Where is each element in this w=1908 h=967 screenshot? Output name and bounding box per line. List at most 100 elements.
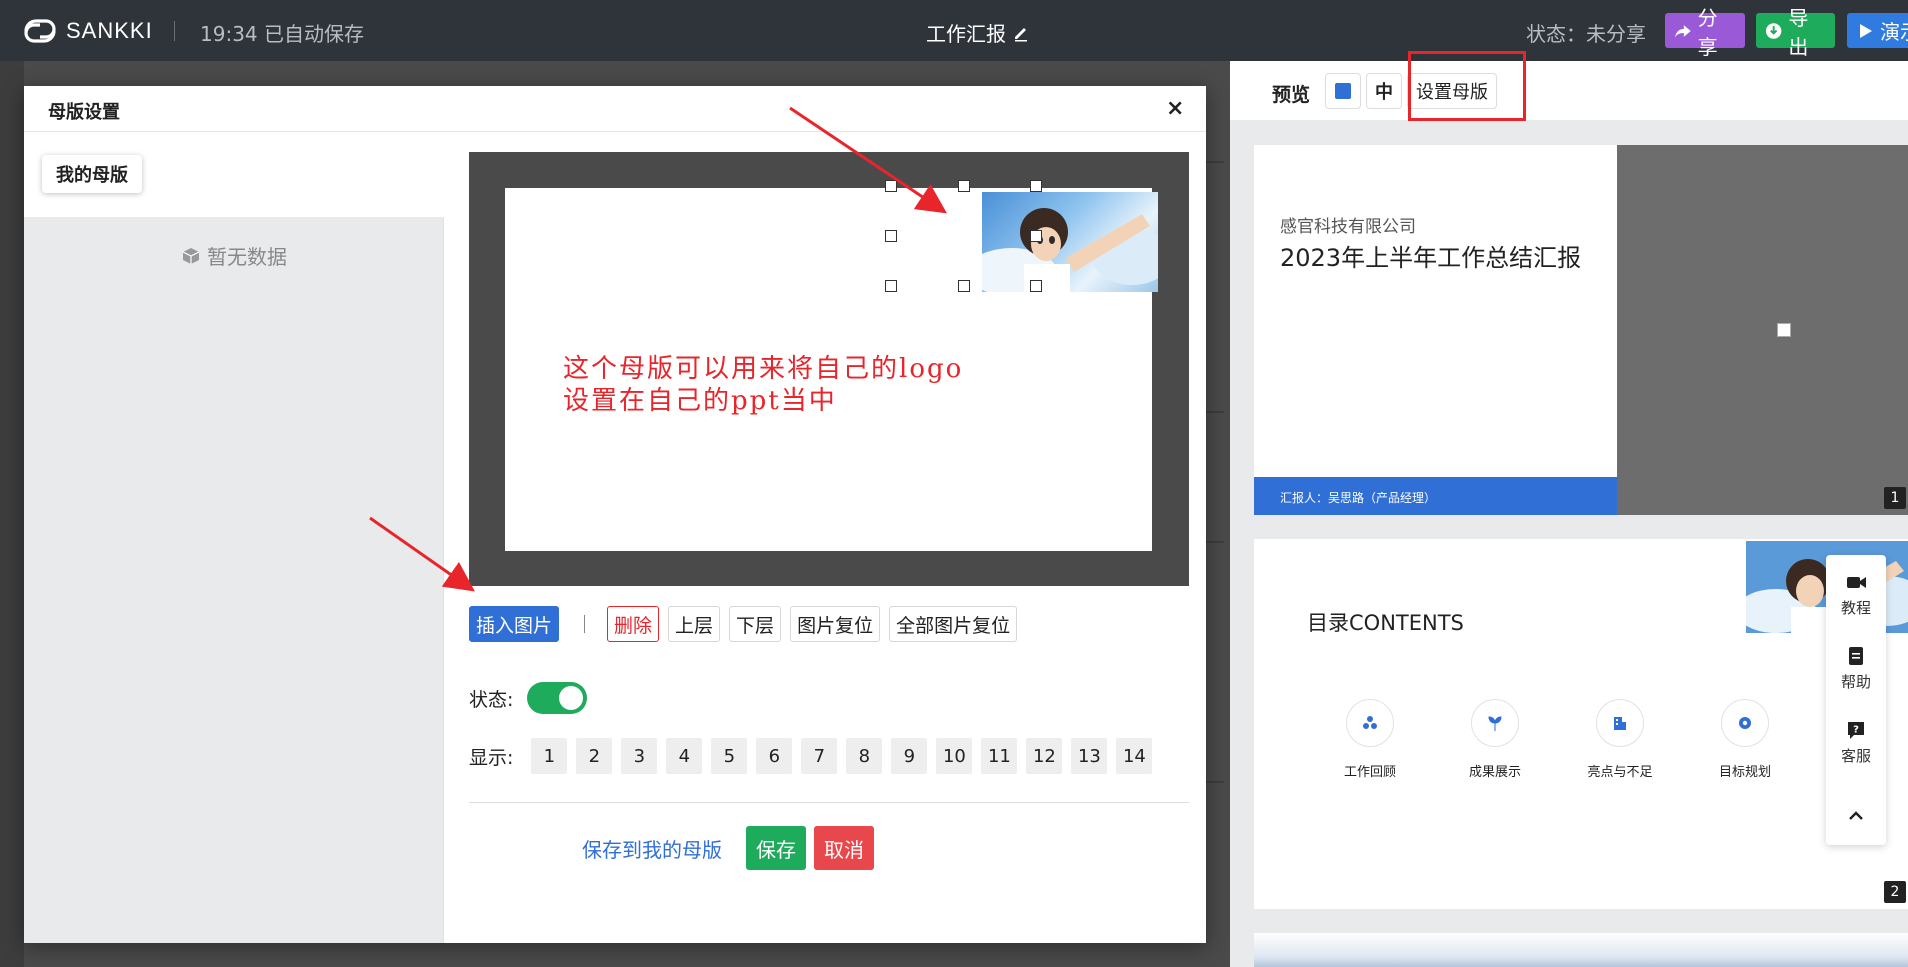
brand-name: SANKKI <box>66 18 153 43</box>
reset-image-button[interactable]: 图片复位 <box>790 606 881 642</box>
page-selector: 1 2 3 4 5 6 7 8 9 10 11 12 13 14 <box>531 738 1161 774</box>
svg-text:?: ? <box>1853 725 1859 736</box>
close-icon[interactable]: × <box>1166 96 1184 121</box>
sankki-logo-icon <box>24 19 56 43</box>
page-toggle-12[interactable]: 12 <box>1026 738 1063 774</box>
top-bar: SANKKI 19:34 已自动保存 工作汇报 状态：未分享 分享 导出 演示 <box>0 0 1908 61</box>
page-toggle-8[interactable]: 8 <box>846 738 883 774</box>
slide2-title: 目录CONTENTS <box>1307 611 1464 635</box>
resize-handle[interactable] <box>958 180 970 192</box>
share-button[interactable]: 分享 <box>1665 6 1745 59</box>
preview-panel: 预览 中 设置母版 感官科技有限公司 2023年上半年工作总结汇报 汇报人：吴思… <box>1230 61 1908 967</box>
tutorial-button[interactable]: 教程 <box>1826 571 1886 618</box>
preview-label: 预览 <box>1272 84 1311 106</box>
page-toggle-9[interactable]: 9 <box>891 738 928 774</box>
insert-image-button[interactable]: 插入图片 <box>469 606 560 642</box>
resize-handle[interactable] <box>1030 230 1042 242</box>
save-to-my-masters-link[interactable]: 保存到我的母版 <box>582 834 722 863</box>
broken-image-icon <box>1777 323 1791 337</box>
review-icon <box>1363 716 1377 729</box>
tab-my-masters[interactable]: 我的母版 <box>42 155 142 193</box>
share-status: 状态：未分享 <box>1526 22 1646 46</box>
reset-all-images-button[interactable]: 全部图片复位 <box>889 606 1018 642</box>
resize-handle[interactable] <box>885 230 897 242</box>
service-label: 客服 <box>1840 747 1871 765</box>
page-toggle-6[interactable]: 6 <box>756 738 793 774</box>
slide1-image-area <box>1617 145 1908 515</box>
page-toggle-1[interactable]: 1 <box>531 738 568 774</box>
play-icon <box>1860 23 1872 38</box>
document-title[interactable]: 工作汇报 <box>926 18 1030 47</box>
page-toggle-10[interactable]: 10 <box>936 738 973 774</box>
export-button-label: 导出 <box>1788 5 1809 59</box>
cancel-button[interactable]: 取消 <box>814 826 874 870</box>
page-toggle-11[interactable]: 11 <box>981 738 1018 774</box>
size-medium-button[interactable]: 中 <box>1366 73 1402 109</box>
slide-thumbnail-2[interactable]: 目录CONTENTS 工作回顾 成果展示 亮点与不足 目标规划 <box>1254 539 1908 909</box>
brand-logo[interactable]: SANKKI <box>22 16 153 46</box>
resize-handle[interactable] <box>885 180 897 192</box>
page-toggle-7[interactable]: 7 <box>801 738 838 774</box>
my-masters-panel: 我的母版 暂无数据 <box>24 133 444 943</box>
bring-forward-button[interactable]: 上层 <box>668 606 721 642</box>
modal-header: 母版设置 × <box>24 86 1206 132</box>
contents-item: 亮点与不足 <box>1575 699 1665 780</box>
contents-item-label: 目标规划 <box>1718 765 1771 780</box>
contents-item-label: 工作回顾 <box>1343 765 1396 780</box>
contents-item: 目标规划 <box>1700 699 1790 780</box>
divider <box>469 802 1189 803</box>
status-row: 状态: <box>469 682 588 714</box>
master-logo-image[interactable] <box>982 192 1158 292</box>
building-icon <box>1614 717 1626 730</box>
resize-handle[interactable] <box>885 280 897 292</box>
page-toggle-5[interactable]: 5 <box>711 738 748 774</box>
contents-item: 成果展示 <box>1450 699 1540 780</box>
resize-handle[interactable] <box>958 280 970 292</box>
question-chat-icon: ? <box>1848 722 1864 739</box>
empty-state: 暂无数据 <box>24 241 444 270</box>
status-toggle[interactable] <box>527 682 588 714</box>
floating-help-bar: 教程 帮助 ? 客服 <box>1826 555 1886 845</box>
send-backward-button[interactable]: 下层 <box>729 606 782 642</box>
export-button[interactable]: 导出 <box>1756 6 1835 59</box>
gear-icon <box>1739 717 1751 729</box>
resize-handle[interactable] <box>1030 280 1042 292</box>
resize-handle[interactable] <box>1030 180 1042 192</box>
contents-item: 工作回顾 <box>1325 699 1415 780</box>
edit-pencil-icon[interactable] <box>1012 24 1030 42</box>
display-label: 显示: <box>469 746 514 769</box>
cloud-download-icon <box>1765 22 1782 39</box>
contents-item-label: 亮点与不足 <box>1587 765 1653 780</box>
theme-color-button[interactable] <box>1325 73 1361 109</box>
share-arrow-icon <box>1674 24 1691 38</box>
slide-thumbnail-3[interactable] <box>1254 933 1908 967</box>
modal-footer: 保存到我的母版 保存 取消 <box>582 826 882 870</box>
tutorial-label: 教程 <box>1840 599 1871 617</box>
empty-state-text: 暂无数据 <box>207 245 287 269</box>
page-toggle-2[interactable]: 2 <box>576 738 613 774</box>
contents-item-label: 成果展示 <box>1468 765 1521 780</box>
help-label: 帮助 <box>1840 673 1871 691</box>
present-button[interactable]: 演示 <box>1847 13 1908 48</box>
slide1-title: 2023年上半年工作总结汇报 <box>1280 244 1582 272</box>
page-toggle-4[interactable]: 4 <box>666 738 703 774</box>
page-toggle-14[interactable]: 14 <box>1116 738 1153 774</box>
divider <box>174 21 175 41</box>
page-toggle-13[interactable]: 13 <box>1071 738 1108 774</box>
save-button[interactable]: 保存 <box>746 826 806 870</box>
annotation-highlight-box <box>1408 51 1526 121</box>
document-icon <box>1849 647 1863 665</box>
slide-thumbnail-1[interactable]: 感官科技有限公司 2023年上半年工作总结汇报 汇报人：吴思路（产品经理） <box>1254 145 1908 515</box>
help-button[interactable]: 帮助 <box>1826 645 1886 692</box>
page-toggle-3[interactable]: 3 <box>621 738 658 774</box>
customer-service-button[interactable]: ? 客服 <box>1826 719 1886 766</box>
scroll-top-button[interactable] <box>1826 805 1886 831</box>
slide-number-1: 1 <box>1884 487 1906 509</box>
modal-title: 母版设置 <box>48 102 120 123</box>
status-label: 状态: <box>469 688 514 711</box>
master-canvas[interactable]: 这个母版可以用来将自己的logo 设置在自己的ppt当中 <box>505 180 1158 551</box>
slide1-reporter: 汇报人：吴思路（产品经理） <box>1254 477 1617 515</box>
image-toolbar: 插入图片 删除 上层 下层 图片复位 全部图片复位 <box>469 606 1026 642</box>
delete-button[interactable]: 删除 <box>607 606 660 642</box>
document-title-text: 工作汇报 <box>926 22 1006 46</box>
